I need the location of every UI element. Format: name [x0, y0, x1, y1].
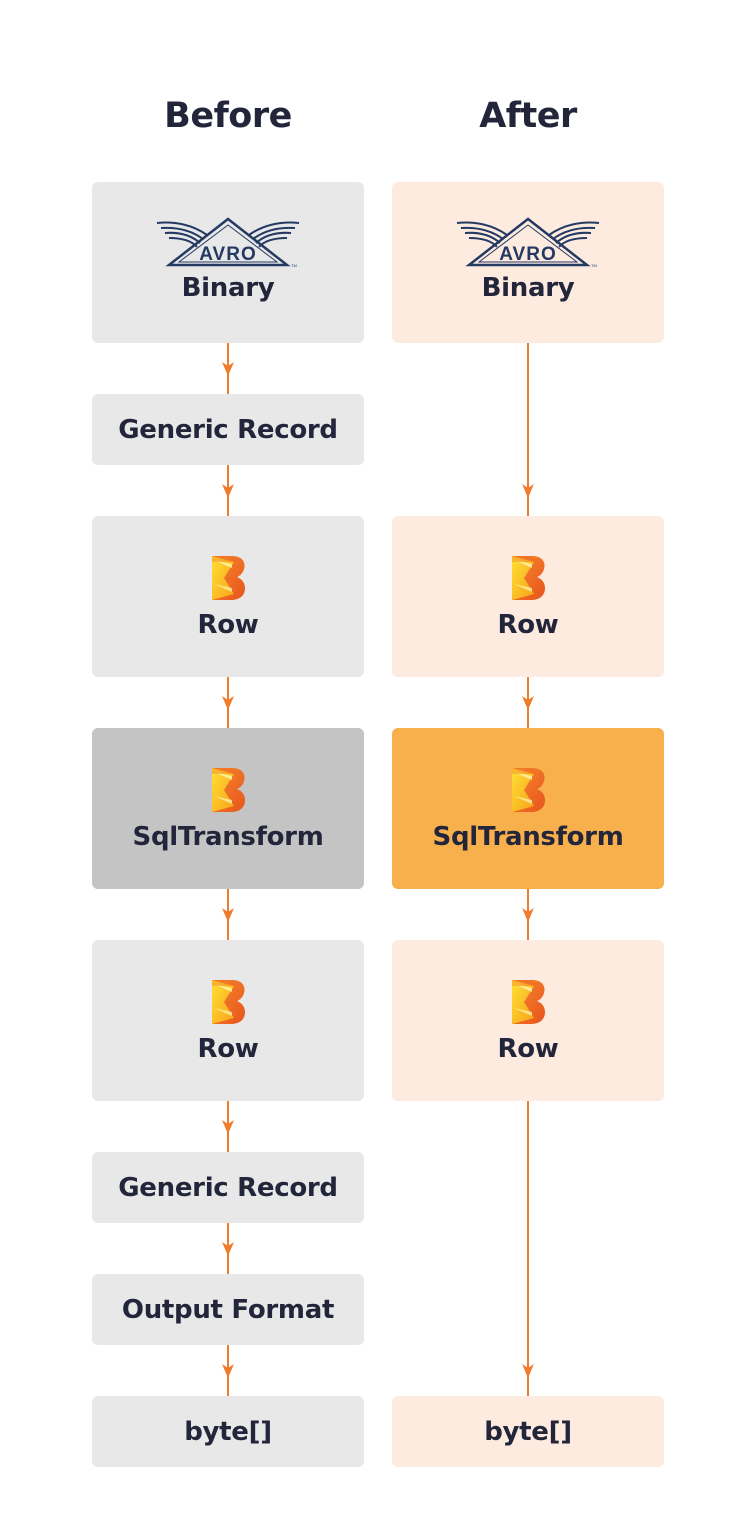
before-node-sqltransform: SqlTransform	[92, 728, 364, 889]
node-label: Generic Record	[118, 1172, 338, 1203]
node-label: byte[]	[184, 1416, 272, 1447]
before-node-binary: Binary	[92, 182, 364, 343]
node-label: Row	[197, 1033, 259, 1064]
node-label: Binary	[481, 272, 575, 303]
node-label: Binary	[181, 272, 275, 303]
node-label: byte[]	[484, 1416, 572, 1447]
after-node-sqltransform: SqlTransform	[392, 728, 664, 889]
node-label: Row	[497, 609, 559, 640]
beam-logo-icon	[210, 978, 246, 1026]
after-node-row: Row	[392, 516, 664, 677]
after-node-binary: Binary	[392, 182, 664, 343]
after-node-row-2: Row	[392, 940, 664, 1101]
node-label: Output Format	[121, 1294, 335, 1325]
beam-logo-icon	[510, 554, 546, 602]
avro-logo-icon	[155, 217, 301, 269]
before-node-byte-array: byte[]	[92, 1396, 364, 1467]
before-node-output-format: Output Format	[92, 1274, 364, 1345]
before-node-generic-record-2: Generic Record	[92, 1152, 364, 1223]
before-node-row: Row	[92, 516, 364, 677]
beam-logo-icon	[510, 766, 546, 814]
node-label: Row	[497, 1033, 559, 1064]
node-label: SqlTransform	[432, 821, 624, 852]
node-label: Generic Record	[118, 414, 338, 445]
node-label: SqlTransform	[132, 821, 324, 852]
beam-logo-icon	[210, 766, 246, 814]
beam-logo-icon	[210, 554, 246, 602]
after-node-byte-array: byte[]	[392, 1396, 664, 1467]
avro-logo-icon	[455, 217, 601, 269]
beam-logo-icon	[510, 978, 546, 1026]
node-label: Row	[197, 609, 259, 640]
before-node-row-2: Row	[92, 940, 364, 1101]
before-node-generic-record: Generic Record	[92, 394, 364, 465]
